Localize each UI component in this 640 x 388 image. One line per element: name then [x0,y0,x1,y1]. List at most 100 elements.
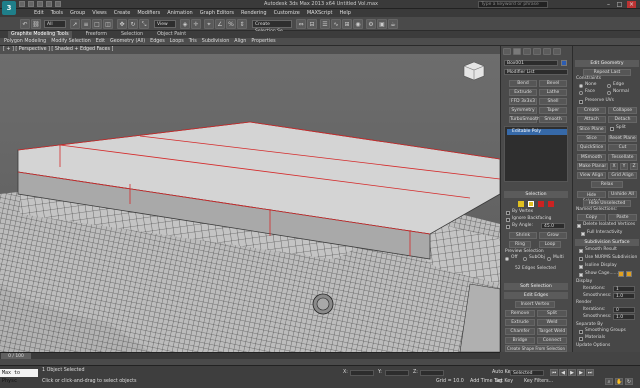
zoom-icon[interactable]: ⌕ [605,378,613,385]
constraint-none-radio[interactable] [579,84,583,88]
render-iterations-field[interactable]: 0 [613,307,635,313]
mirror-icon[interactable]: ⇔ [296,19,306,29]
lathe-button[interactable]: Lathe [539,89,567,96]
selection-rollout-header[interactable]: Selection [504,191,568,198]
z-button[interactable]: Z [630,163,638,170]
bridge-button[interactable]: Bridge [505,337,535,344]
ignore-backfacing-checkbox[interactable] [506,218,510,222]
layer-icon[interactable]: ☰ [320,19,330,29]
smooth-result-checkbox[interactable] [579,249,583,253]
split-button[interactable]: Split [537,310,567,317]
maxscript-listener[interactable]: Max to Physc [0,369,38,384]
pan-icon[interactable]: ✋ [615,378,623,385]
scale-icon[interactable]: ⤡ [139,19,149,29]
viewcube-icon[interactable] [462,60,486,82]
material-editor-icon[interactable]: ◉ [353,19,363,29]
undo-icon[interactable]: ↶ [20,19,30,29]
by-angle-checkbox[interactable] [506,225,510,229]
object-color-swatch[interactable] [561,60,567,66]
subdivision-surface-rollout-header[interactable]: Subdivision Surface [575,239,639,246]
materials-checkbox[interactable] [579,337,583,341]
new-icon[interactable] [19,1,25,7]
perspective-viewport[interactable] [0,54,500,352]
preserve-uvs-checkbox[interactable] [579,100,583,104]
menu-customize[interactable]: Customize [274,9,300,17]
panel-modify-selection[interactable]: Modify Selection [51,38,91,45]
key-filters-button[interactable]: Key Filters... [524,379,553,385]
play-icon[interactable]: ▶ [568,369,576,376]
manipulate-icon[interactable]: ✛ [191,19,201,29]
menu-maxscript[interactable]: MAXScript [307,9,333,17]
shell-button[interactable]: Shell [539,98,567,105]
edge-mode-icon[interactable] [528,201,534,207]
undo-icon[interactable] [46,1,52,7]
save-icon[interactable] [37,1,43,7]
border-mode-icon[interactable] [538,201,544,207]
stack-item-editable-poly[interactable]: Editable Poly [507,129,567,135]
edit-geometry-rollout-header[interactable]: Edit Geometry [575,60,639,67]
y-button[interactable]: Y [620,163,628,170]
remove-button[interactable]: Remove [505,310,535,317]
percent-snap-icon[interactable]: % [226,19,236,29]
slice-plane-button[interactable]: Slice Plane [577,126,606,133]
spinner-snap-icon[interactable]: ⇕ [237,19,247,29]
cage-color-swatch[interactable] [618,271,624,277]
shrink-button[interactable]: Shrink [509,232,537,239]
taper-button[interactable]: Taper [539,107,567,114]
by-angle-field[interactable]: 45.0 [541,223,565,229]
preview-multi-radio[interactable] [547,257,551,261]
open-icon[interactable] [28,1,34,7]
redo-icon[interactable] [55,1,61,7]
menu-views[interactable]: Views [92,9,106,17]
preview-subobj-radio[interactable] [523,257,527,261]
show-cage-checkbox[interactable] [579,273,583,277]
schematic-icon[interactable]: ⊞ [342,19,352,29]
quickslice-button[interactable]: QuickSlice [577,144,606,151]
select-by-name-icon[interactable]: ≡ [81,19,91,29]
smoothness-field[interactable]: 1.0 [613,293,635,299]
isoline-display-checkbox[interactable] [579,265,583,269]
render-smoothness-field[interactable]: 1.0 [613,314,635,320]
modifier-list-dropdown[interactable]: Modifier List [504,69,568,75]
iterations-field[interactable]: 1 [613,286,635,292]
render-icon[interactable]: ☕ [388,19,398,29]
display-tab-icon[interactable] [543,48,551,55]
go-to-start-icon[interactable]: ⏮ [550,369,558,376]
z-coord-field[interactable] [420,370,444,376]
object-name-field[interactable]: Box001 [504,60,558,66]
view-align-button[interactable]: View Align [577,172,606,179]
menu-edit[interactable]: Edit [34,9,44,17]
panel-subdivision[interactable]: Subdivision [202,38,230,45]
rotate-icon[interactable]: ↻ [128,19,138,29]
tessellate-button[interactable]: Tessellate [608,154,637,161]
link-icon[interactable]: ⛓ [31,19,41,29]
orbit-icon[interactable]: ↻ [625,378,633,385]
angle-snap-icon[interactable]: ∠ [215,19,225,29]
viewport-label[interactable]: [ + ] [ Perspective ] [ Shaded + Edged F… [3,46,113,54]
hide-unselected-button[interactable]: Hide Unselected [583,200,631,207]
bend-button[interactable]: Bend [509,80,537,87]
target-weld-button[interactable]: Target Weld [537,328,567,335]
minimize-icon[interactable]: – [604,1,613,8]
motion-tab-icon[interactable] [533,48,541,55]
symmetry-button[interactable]: Symmetry [509,107,537,114]
select-object-icon[interactable]: ➚ [70,19,80,29]
panel-polygon-modeling[interactable]: Polygon Modeling [4,38,46,45]
repeat-last-button[interactable]: Repeat Last [583,69,631,76]
use-nurms-checkbox[interactable] [579,257,583,261]
delete-isolated-checkbox[interactable] [577,224,581,228]
unhide-all-button[interactable]: Unhide All [608,191,637,198]
hide-selected-button[interactable]: Hide Selected [577,191,606,203]
hierarchy-tab-icon[interactable] [523,48,531,55]
connect-button[interactable]: Connect [537,337,567,344]
detach-button[interactable]: Detach [608,116,637,123]
set-key-button[interactable]: Set Key [495,379,513,385]
go-to-end-icon[interactable]: ⏭ [586,369,594,376]
menu-animation[interactable]: Animation [167,9,193,17]
grid-align-button[interactable]: Grid Align [608,172,637,179]
menu-create[interactable]: Create [114,9,131,17]
edit-edges-rollout-header[interactable]: Edit Edges [504,292,568,299]
constraint-edge-radio[interactable] [607,84,611,88]
menu-help[interactable]: Help [340,9,351,17]
panel-geometry-all[interactable]: Geometry (All) [110,38,145,45]
